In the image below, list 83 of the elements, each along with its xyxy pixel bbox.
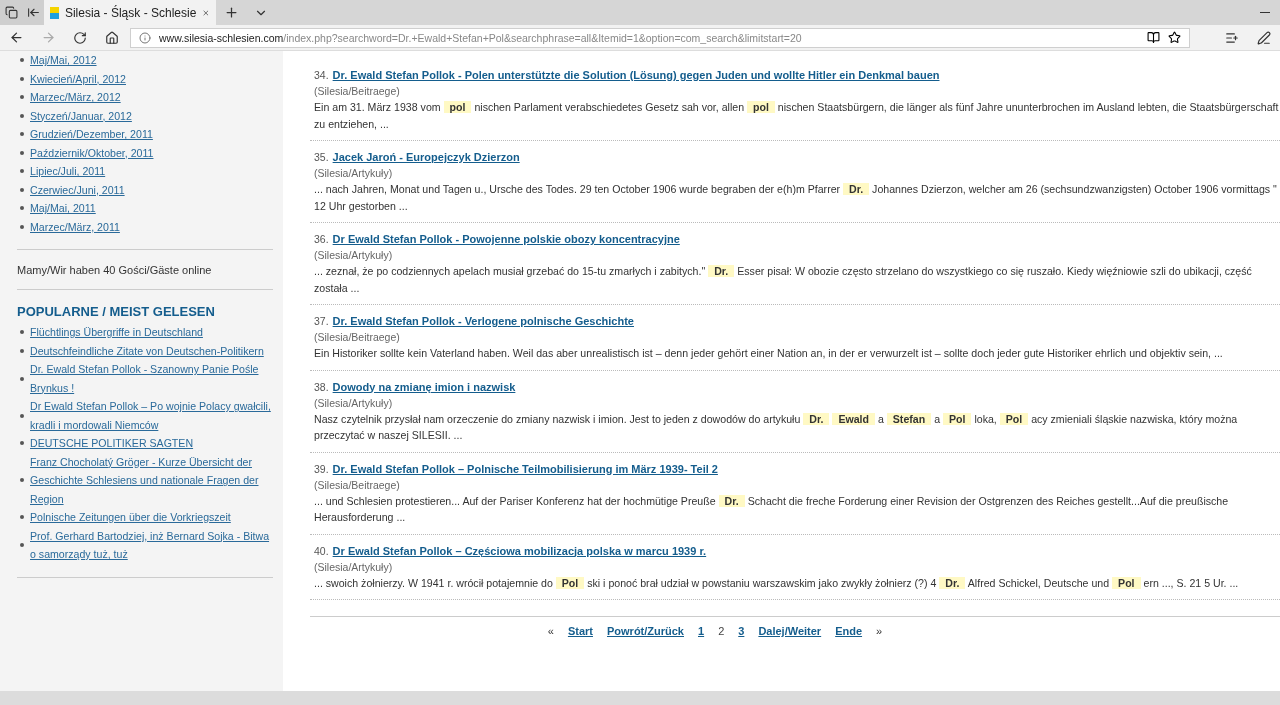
result-title-link[interactable]: Dr. Ewald Stefan Pollok - Verlogene polnische Geschichte [332, 315, 634, 327]
bullet-icon [20, 113, 24, 118]
result-number: 39. [314, 462, 329, 475]
article-link[interactable]: Dr. Ewald Stefan Pollok - Szanowny Panie Pośle Brynkus ! [30, 360, 273, 397]
favorite-icon[interactable] [1168, 31, 1181, 44]
pagination-arrow: « [547, 625, 554, 637]
bullet-icon [20, 76, 24, 81]
tab-group-icon[interactable] [0, 0, 22, 25]
article-link[interactable]: Deutschfeindliche Zitate von Deutschen-Politikern [30, 341, 264, 360]
browser-tab[interactable]: Silesia - Śląsk - Schlesie [44, 0, 216, 25]
pagination-link[interactable]: Dalej/Weiter [758, 625, 822, 637]
pagination-link[interactable]: Start [567, 625, 593, 637]
result-snippet: ... nach Jahren, Monat und Tagen u., Ursche des Todes. 29 ten October 1906 wurde begraben der e(h)m Pfarrer Dr. Johannes Dzierzon, welcher am 26 (sechsundzwanzigsten) October 1906 vormittags " 12 Uhr gestorben ... [314, 182, 1278, 214]
address-bar[interactable]: www.silesia-schlesien.com/index.php?searchword=Dr.+Ewald+Stefan+Pol&searchphrase=all&Itemid=1&option=com_search&limitstart=20 [130, 27, 1190, 48]
result-number: 34. [314, 69, 329, 81]
bullet-icon [20, 95, 24, 100]
result-snippet: Ein Historiker sollte kein Vaterland haben. Weil das aber unrealistisch ist – denn jeder gehört einer Nation an, in der er verwurzelt ist – sollte doch jeder gute Historiker ehrlich und objektiv sein, ... [314, 346, 1224, 361]
bullet-icon [20, 330, 24, 335]
archive-link[interactable]: Marzec/März, 2012 [30, 88, 121, 107]
current-page: 2 [718, 625, 725, 637]
result-category: (Silesia/Artykuły) [314, 166, 394, 181]
result-title-link[interactable]: Jacek Jaroń - Europejczyk Dzierzon [332, 151, 520, 163]
result-category: (Silesia/Artykuły) [314, 559, 394, 575]
bullet-icon [20, 132, 24, 137]
result-number: 35. [314, 151, 329, 163]
article-link[interactable]: DEUTSCHE POLITIKER SAGTEN [30, 434, 194, 453]
info-icon[interactable] [139, 31, 151, 44]
pagination-link[interactable]: Ende [835, 625, 863, 637]
pagination-link[interactable]: 3 [738, 625, 745, 637]
result-snippet: ... und Schlesien protestieren... Auf der Pariser Konferenz hat der hochmütige Preuße Dr. Schacht die freche Forderung einer Revision der Ostgrenzen des Reiches gestellt...Auf die preußische Herausforderung ... [314, 493, 1230, 525]
archive-link[interactable]: Maj/Mai, 2011 [30, 199, 96, 218]
result-snippet: Nasz czytelnik przysłał nam orzeczenie do zmiany nazwisk i imion. Jest to jeden z dowodów do artykułu Dr. Ewald a Stefan a Pol loka, Pol acy zmieniali śląskie nazwiska, który można przeczytać w naszej SILESII. ... [314, 411, 1239, 443]
result-number: 37. [314, 315, 329, 327]
archive-link[interactable]: Kwiecień/April, 2012 [30, 69, 126, 88]
archive-link[interactable]: Marzec/März, 2011 [30, 217, 120, 236]
bullet-icon [20, 187, 24, 192]
bullet-icon [20, 348, 24, 353]
flag-icon [50, 6, 59, 19]
result-category: (Silesia/Beitraege) [314, 84, 401, 99]
result-title-link[interactable]: Dr. Ewald Stefan Pollok - Polen unterstützte die Solution (Lösung) gegen Juden und wollte Hitler ein Denkmal bauen [332, 69, 940, 81]
archive-link[interactable]: Czerwiec/Juni, 2011 [30, 180, 125, 199]
archive-link[interactable]: Lipiec/Juli, 2011 [30, 162, 106, 181]
result-snippet: ... swoich żołnierzy. W 1941 r. wrócił potajemnie do Pol ski i ponoć brał udział w powstaniu warszawskim jako zwykły żołnierz (?) 4 Dr. Alfred Schickel, Deutsche und Pol ern ..., S. 21 5 Ur. ... [314, 575, 1240, 591]
pagination-arrow: » [876, 625, 883, 637]
archive-link[interactable]: Maj/Mai, 2012 [30, 51, 97, 70]
section-heading: POPULARNE / MEIST GELESEN [17, 304, 216, 319]
reading-view-icon[interactable] [1147, 31, 1160, 44]
result-title-link[interactable]: Dr. Ewald Stefan Pollok – Polnische Teilmobilisierung im März 1939- Teil 2 [332, 462, 718, 475]
result-category: (Silesia/Beitraege) [314, 330, 401, 345]
result-category: (Silesia/Artykuły) [314, 248, 394, 263]
bullet-icon [20, 376, 24, 381]
result-number: 38. [314, 380, 329, 393]
bullet-icon [20, 150, 24, 155]
result-snippet: Ein am 31. März 1938 vom pol nischen Parlament verabschiedetes Gesetz sah vor, allen pol nischen Staatsbürgern, die länger als fünf Jahre ununterbrochen im Ausland lebten, die Staatsbürgerschaft zu entziehen, ... [314, 100, 1280, 132]
result-snippet: ... zeznał, że po codziennych apelach musiał grzebać do 15-tu zmarłych i zabitych." Dr. Esser pisał: W obozie często strzelano do wszystkiego co się ruszało. Kiedy więźniowie szli do ubikacji, część została ... [314, 264, 1253, 296]
bullet-icon [20, 413, 24, 418]
article-link[interactable]: Franz Chocholatý Gröger - Kurze Übersicht der Geschichte Schlesiens und nationale Fragen der Region [30, 452, 273, 508]
result-title-link[interactable]: Dr Ewald Stefan Pollok – Częściowa mobilizacja polska w marcu 1939 r. [332, 544, 707, 557]
result-category: (Silesia/Beitraege) [314, 477, 401, 493]
bullet-icon [20, 515, 24, 520]
pagination-link[interactable]: Powrót/Zurück [607, 625, 684, 637]
result-title-link[interactable]: Dr Ewald Stefan Pollok - Powojenne polskie obozy koncentracyjne [332, 233, 680, 245]
bullet-icon [20, 441, 24, 446]
archive-link[interactable]: Październik/Oktober, 2011 [30, 143, 154, 162]
bullet-icon [20, 478, 24, 483]
result-title-link[interactable]: Dowody na zmianę imion i nazwisk [332, 380, 516, 393]
bullet-icon [20, 58, 24, 63]
archive-link[interactable]: Grudzień/Dezember, 2011 [30, 125, 153, 144]
set-aside-tabs-icon[interactable] [22, 0, 44, 25]
archive-link[interactable]: Styczeń/Januar, 2012 [30, 106, 132, 125]
result-category: (Silesia/Artykuły) [314, 395, 394, 411]
article-link[interactable]: Polnische Zeitungen über die Vorkriegszeit [30, 508, 231, 527]
pagination-link[interactable]: 1 [698, 625, 705, 637]
bullet-icon [20, 206, 24, 211]
online-count: Mamy/Wir haben 40 Gości/Gäste online [17, 264, 213, 276]
bullet-icon [20, 543, 24, 547]
article-link[interactable]: Flüchtlings Übergriffe in Deutschland [30, 323, 203, 342]
result-number: 40. [314, 544, 329, 557]
article-link[interactable]: Prof. Gerhard Bartodziej, inż Bernard Sojka - Bitwa o samorządy tuż, tuż [30, 526, 273, 564]
bullet-icon [20, 224, 24, 229]
bullet-icon [20, 169, 24, 174]
article-link[interactable]: Dr Ewald Stefan Pollok – Po wojnie Polacy gwałcili, kradli i mordowali Niemców [30, 397, 273, 434]
result-number: 36. [314, 233, 329, 245]
